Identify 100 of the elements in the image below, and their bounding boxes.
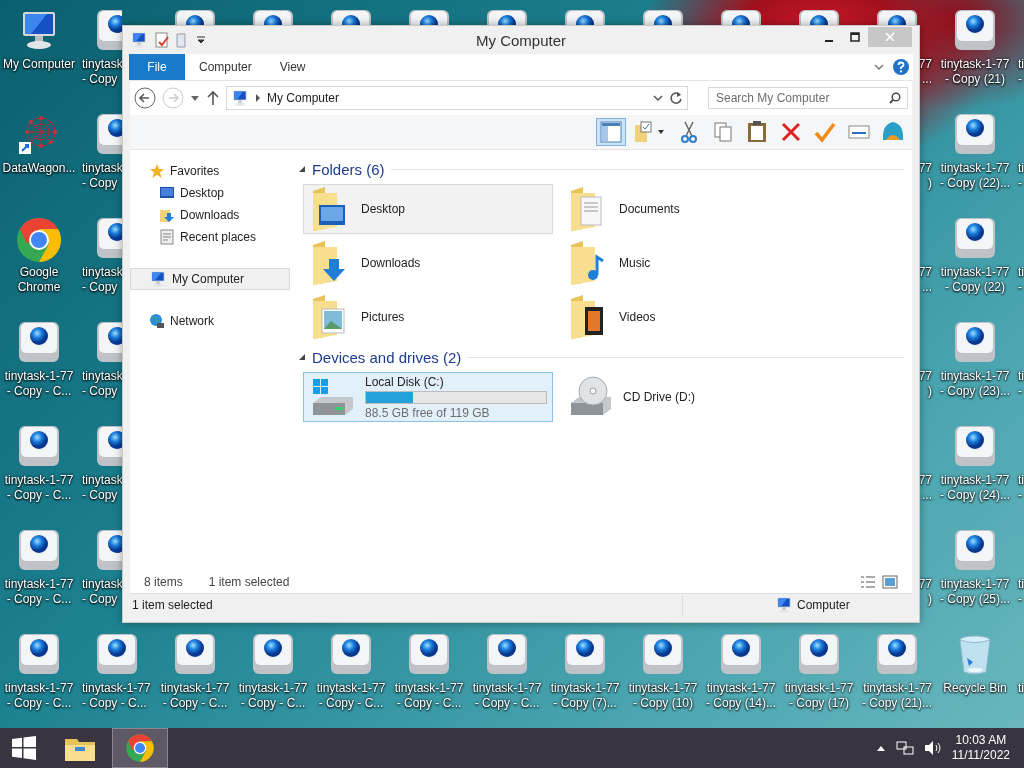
ribbon-tab[interactable]: View <box>265 54 320 80</box>
app-key-icon[interactable] <box>407 8 451 25</box>
app-key-icon[interactable] <box>407 632 451 676</box>
clock[interactable]: 10:03 AM 11/11/2022 <box>951 733 1010 763</box>
nav-item[interactable]: Network <box>130 310 290 332</box>
app-key-icon[interactable] <box>953 424 997 468</box>
icon-label: tinytask-1-77 - Copy (21)... <box>861 681 932 711</box>
folder-tile[interactable]: Pictures <box>303 292 553 342</box>
up-arrow-icon[interactable] <box>206 90 220 106</box>
app-key-icon[interactable] <box>875 632 919 676</box>
app-key-icon[interactable] <box>329 8 373 25</box>
folder-tile[interactable]: Music <box>561 238 811 288</box>
icon-label: tinytask-1-77 - Copy - C... <box>238 681 308 711</box>
group-heading: Folders (6) <box>312 160 385 178</box>
drive-tile[interactable]: CD Drive (D:) <box>561 372 811 422</box>
recent-places-icon <box>159 229 175 245</box>
app-key-icon[interactable] <box>251 632 295 676</box>
icon-label: tinytask-1-77 - Copy - C... <box>394 681 464 711</box>
app-key-icon[interactable] <box>485 632 529 676</box>
chevron-right-icon <box>254 93 262 103</box>
item-name: Documents <box>619 202 680 216</box>
app-key-icon[interactable] <box>95 424 122 468</box>
icon-label: tinytask-1-77 - Copy (23)... <box>940 369 1010 399</box>
nav-item[interactable]: Downloads <box>140 204 290 226</box>
app-key-icon[interactable] <box>563 632 607 676</box>
app-key-icon[interactable] <box>329 632 373 676</box>
chevron-down-icon[interactable] <box>873 61 885 73</box>
back-button[interactable] <box>134 87 156 109</box>
caret-icon[interactable] <box>190 93 200 103</box>
scissors-icon <box>680 121 698 143</box>
nav-item[interactable]: Favorites <box>130 160 290 182</box>
app-key-icon[interactable] <box>953 320 997 364</box>
chrome-shortcut-icon[interactable] <box>15 216 63 264</box>
address-bar[interactable]: My Computer <box>226 86 688 110</box>
computer-icon[interactable] <box>130 31 148 49</box>
collapse-triangle-icon[interactable] <box>298 165 306 173</box>
app-key-icon[interactable] <box>797 8 841 25</box>
search-field[interactable]: Search My Computer <box>708 87 908 109</box>
app-key-icon[interactable] <box>641 632 685 676</box>
chrome-icon[interactable] <box>125 733 155 763</box>
ribbon-tab[interactable]: Computer <box>185 54 266 80</box>
download-folder-icon <box>159 207 175 223</box>
icon-label: ti - <box>1018 161 1024 191</box>
folder-tile[interactable]: Downloads <box>303 238 553 288</box>
properties-icon[interactable] <box>154 32 170 48</box>
app-key-icon[interactable] <box>797 632 841 676</box>
icon-label: tinytask-1-77 - Copy (14)... <box>706 681 776 711</box>
icon-label: 77 ... <box>918 57 932 87</box>
app-key-icon[interactable] <box>17 632 61 676</box>
caret-icon[interactable] <box>196 35 206 45</box>
app-key-icon[interactable] <box>17 528 61 572</box>
app-key-icon[interactable] <box>719 632 763 676</box>
app-key-icon[interactable] <box>173 8 217 25</box>
icon-label: tinytask-1-77 - Copy - C... <box>4 681 74 711</box>
app-key-icon[interactable] <box>953 8 997 52</box>
nav-item[interactable]: Recent places <box>140 226 290 248</box>
tiles-view-icon[interactable] <box>882 575 898 589</box>
app-key-icon[interactable] <box>17 320 61 364</box>
taskbar-app-button[interactable] <box>112 728 168 768</box>
icon-label: tinytask-1-77 - Copy (22)... <box>940 161 1010 191</box>
app-key-icon[interactable] <box>95 216 122 260</box>
nav-item[interactable]: Desktop <box>140 182 290 204</box>
help-icon[interactable] <box>893 59 909 75</box>
volume-icon[interactable] <box>923 740 942 756</box>
app-key-icon[interactable] <box>95 528 122 572</box>
folder-tile[interactable]: Videos <box>561 292 811 342</box>
folder-tile[interactable]: Documents <box>561 184 811 234</box>
app-key-icon[interactable] <box>875 8 919 25</box>
file-menu-button[interactable]: File <box>129 54 185 80</box>
computer-icon <box>775 596 793 614</box>
app-key-icon[interactable] <box>95 632 139 676</box>
icon-label: My Computer <box>3 57 75 72</box>
app-key-icon[interactable] <box>485 8 529 25</box>
search-icon <box>889 92 901 104</box>
network-icon[interactable] <box>895 740 914 756</box>
app-key-icon[interactable] <box>17 424 61 468</box>
app-key-icon[interactable] <box>641 8 685 25</box>
icon-label: tinytask-1-77 - Copy (24)... <box>940 473 1010 503</box>
app-key-icon[interactable] <box>563 8 607 25</box>
folder-tile[interactable]: Desktop <box>303 184 553 234</box>
app-key-icon[interactable] <box>953 112 997 156</box>
icon-label: tinytask-1-77 - Copy (10) <box>628 681 698 711</box>
app-key-icon[interactable] <box>95 320 122 364</box>
app-key-icon[interactable] <box>95 8 122 52</box>
checkmark-icon <box>814 121 836 143</box>
icon-label: ti <box>1018 681 1024 696</box>
app-key-icon[interactable] <box>251 8 295 25</box>
status-text: 1 item selected <box>131 598 214 612</box>
app-key-icon[interactable] <box>719 8 763 25</box>
caret-up-icon[interactable] <box>875 744 886 752</box>
app-key-icon[interactable] <box>95 112 122 156</box>
collapse-triangle-icon[interactable] <box>298 353 306 361</box>
toolbar-button[interactable] <box>596 118 626 146</box>
chevron-down-icon[interactable] <box>652 92 664 104</box>
app-key-icon[interactable] <box>953 528 997 572</box>
drive-tile[interactable]: Local Disk (C:) 88.5 GB free of 119 GB <box>303 372 553 422</box>
refresh-icon[interactable] <box>669 91 683 105</box>
nav-item[interactable]: My Computer <box>130 268 290 290</box>
app-key-icon[interactable] <box>953 216 997 260</box>
app-key-icon[interactable] <box>173 632 217 676</box>
